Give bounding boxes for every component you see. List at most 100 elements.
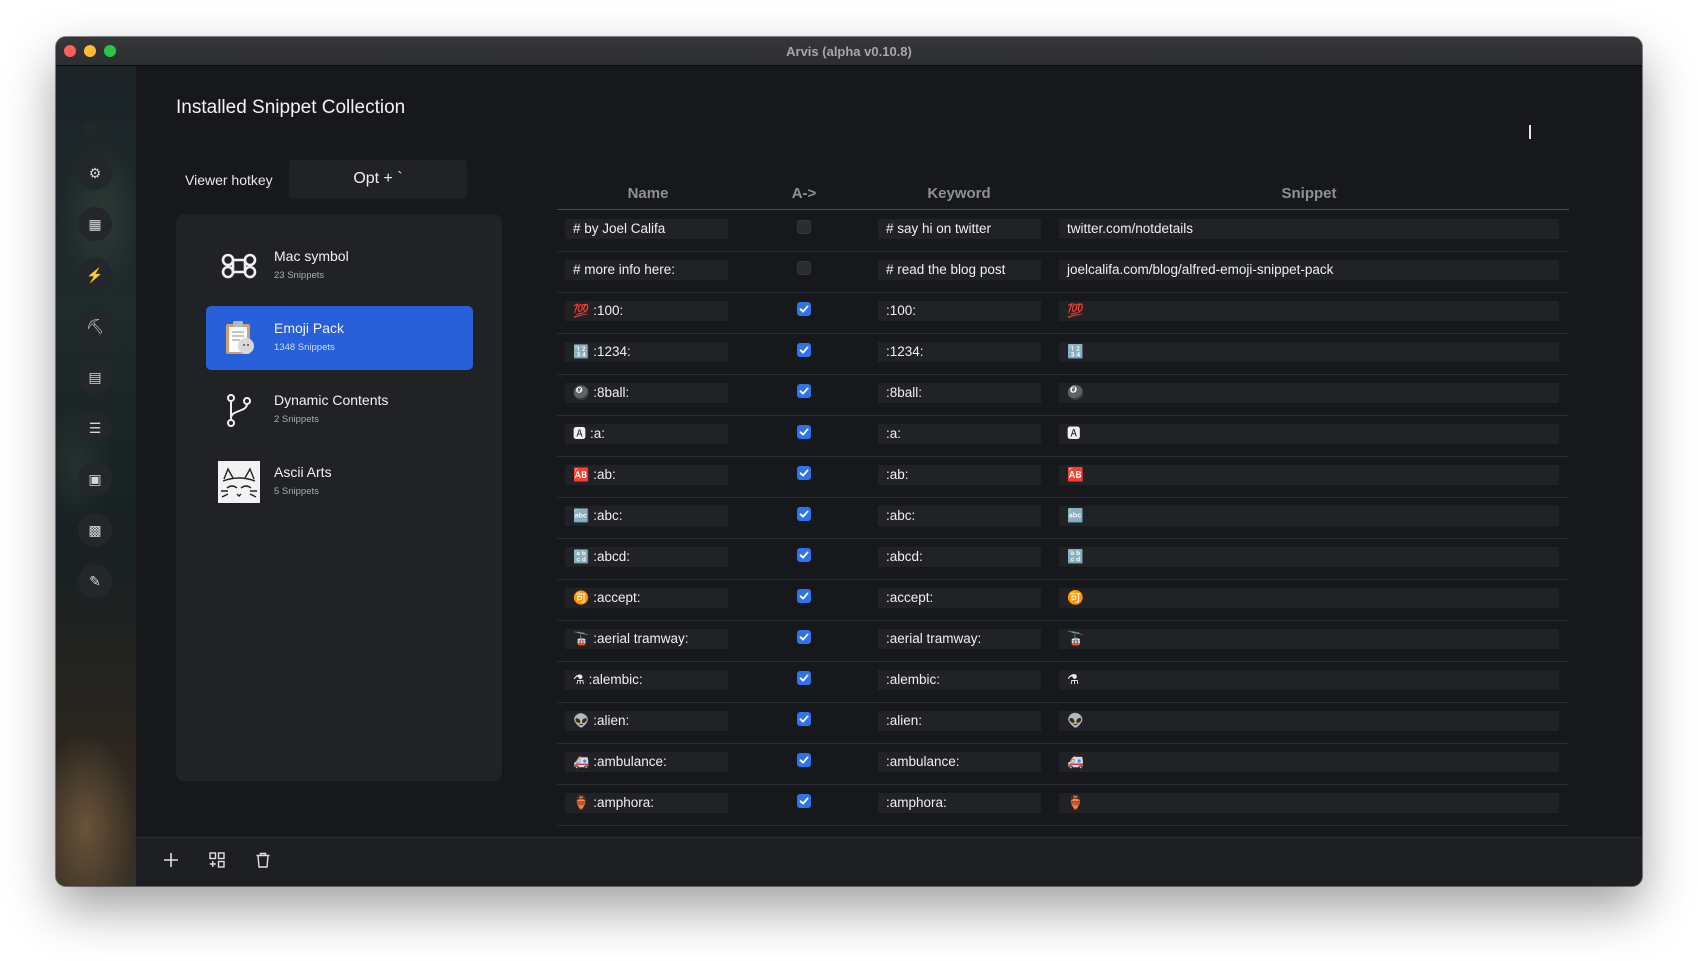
table-row[interactable]: 🔤:abc: :abc: 🔤 <box>557 497 1569 539</box>
snippet-cell[interactable]: twitter.com/notdetails <box>1059 219 1559 239</box>
table-row[interactable]: # by Joel Califa # say hi on twitter twitt… <box>557 210 1569 252</box>
keyword-cell[interactable]: :abc: <box>878 506 1041 526</box>
table-row[interactable]: 🚡:aerial tramway: :aerial tramway: 🚡 <box>557 620 1569 662</box>
table-row[interactable]: ⚗:alembic: :alembic: ⚗ <box>557 661 1569 703</box>
snippet-cell[interactable]: 🅰 <box>1059 424 1559 444</box>
name-cell[interactable]: 🔤:abc: <box>565 506 728 526</box>
auto-expand-checkbox[interactable] <box>797 630 811 644</box>
name-cell[interactable]: # more info here: <box>565 260 728 280</box>
auto-expand-checkbox[interactable] <box>797 466 811 480</box>
grid-add-button[interactable] <box>206 851 228 873</box>
auto-expand-checkbox[interactable] <box>797 507 811 521</box>
bolt-button[interactable]: ⚡ <box>78 258 112 292</box>
keyword-cell[interactable]: :ab: <box>878 465 1041 485</box>
name-cell[interactable]: 🚡:aerial tramway: <box>565 629 728 649</box>
auto-expand-checkbox[interactable] <box>797 753 811 767</box>
auto-expand-checkbox[interactable] <box>797 384 811 398</box>
name-cell[interactable]: 💯:100: <box>565 301 728 321</box>
table-row[interactable]: 🉑:accept: :accept: 🉑 <box>557 579 1569 621</box>
name-cell[interactable]: 🎱:8ball: <box>565 383 728 403</box>
keyword-cell[interactable]: :abcd: <box>878 547 1041 567</box>
auto-expand-checkbox[interactable] <box>797 712 811 726</box>
auto-expand-checkbox[interactable] <box>797 671 811 685</box>
grid-button[interactable]: ▦ <box>78 207 112 241</box>
name-cell[interactable]: 🅰:a: <box>565 424 728 444</box>
table-row[interactable]: 🎱:8ball: :8ball: 🎱 <box>557 374 1569 416</box>
snippet-cell[interactable]: 🎱 <box>1059 383 1559 403</box>
name-cell[interactable]: 🉑:accept: <box>565 588 728 608</box>
paint-roller-button[interactable]: ⛏ <box>78 309 112 343</box>
name-cell[interactable]: 🚑:ambulance: <box>565 752 728 772</box>
auto-expand-checkbox[interactable] <box>797 425 811 439</box>
auto-expand-checkbox[interactable] <box>797 794 811 808</box>
snippet-cell[interactable]: 🉑 <box>1059 588 1559 608</box>
snippet-cell[interactable]: 👽 <box>1059 711 1559 731</box>
wrench-button[interactable]: ✎ <box>78 564 112 598</box>
collection-item[interactable]: Ascii Arts 5 Snippets <box>206 450 473 514</box>
snippet-cell[interactable]: 💯 <box>1059 301 1559 321</box>
auto-expand-checkbox[interactable] <box>797 548 811 562</box>
name-cell[interactable]: 🏺:amphora: <box>565 793 728 813</box>
plus-button[interactable] <box>160 851 182 873</box>
auto-expand-checkbox[interactable] <box>797 343 811 357</box>
hotkey-input[interactable]: Opt + ` <box>289 160 467 198</box>
name-cell[interactable]: 🔡:abcd: <box>565 547 728 567</box>
snippet-cell[interactable]: ⚗ <box>1059 670 1559 690</box>
name-cell[interactable]: 🔢:1234: <box>565 342 728 362</box>
table-row[interactable]: 🅰:a: :a: 🅰 <box>557 415 1569 457</box>
keyword-cell[interactable]: # say hi on twitter <box>878 219 1041 239</box>
table-row[interactable]: 🏺:amphora: :amphora: 🏺 <box>557 784 1569 826</box>
keyword-cell[interactable]: :alien: <box>878 711 1041 731</box>
trash-button[interactable] <box>252 851 274 873</box>
name-cell[interactable]: # by Joel Califa <box>565 219 728 239</box>
table-row[interactable]: # more info here: # read the blog post joe… <box>557 251 1569 293</box>
auto-expand-checkbox[interactable] <box>797 220 811 234</box>
snippet-name: :1234: <box>593 344 631 359</box>
keyword-cell[interactable]: :1234: <box>878 342 1041 362</box>
keyword-cell[interactable]: :100: <box>878 301 1041 321</box>
snippet-cell[interactable]: 🔢 <box>1059 342 1559 362</box>
archive-button[interactable]: ▩ <box>78 513 112 547</box>
auto-expand-checkbox[interactable] <box>797 302 811 316</box>
table-row[interactable]: 💯:100: :100: 💯 <box>557 292 1569 334</box>
list-button[interactable]: ☰ <box>78 411 112 445</box>
snippet-keyword: :100: <box>886 303 917 318</box>
snippet-cell[interactable]: joelcalifa.com/blog/alfred-emoji-snippet… <box>1059 260 1559 280</box>
snippet-cell[interactable]: 🚑 <box>1059 752 1559 772</box>
emoji-icon: 💯 <box>573 303 590 318</box>
keyword-cell[interactable]: :alembic: <box>878 670 1041 690</box>
clipboard-button[interactable]: ▤ <box>78 360 112 394</box>
keyword-cell[interactable]: :amphora: <box>878 793 1041 813</box>
collection-item[interactable]: Dynamic Contents 2 Snippets <box>206 378 473 442</box>
snippet-cell[interactable]: 🚡 <box>1059 629 1559 649</box>
table-row[interactable]: 🚑:ambulance: :ambulance: 🚑 <box>557 743 1569 785</box>
name-cell[interactable]: 👽:alien: <box>565 711 728 731</box>
collection-item[interactable]: Emoji Pack 1348 Snippets <box>206 306 473 370</box>
header-keyword[interactable]: Keyword <box>927 185 990 202</box>
keyword-cell[interactable]: :accept: <box>878 588 1041 608</box>
auto-expand-checkbox[interactable] <box>797 589 811 603</box>
keyword-cell[interactable]: :8ball: <box>878 383 1041 403</box>
table-row[interactable]: 👽:alien::alien: 👽 <box>557 702 1569 744</box>
header-auto-expand[interactable]: A-> <box>792 185 817 202</box>
snippet-cell[interactable]: 🔤 <box>1059 506 1559 526</box>
table-row[interactable]: 🔢:1234::1234: 🔢 <box>557 333 1569 375</box>
collection-item[interactable]: Mac symbol 23 Snippets <box>206 234 473 298</box>
keyword-cell[interactable]: :a: <box>878 424 1041 444</box>
name-cell[interactable]: 🆎:ab: <box>565 465 728 485</box>
gear-button[interactable]: ⚙ <box>78 156 112 190</box>
keyword-cell[interactable]: # read the blog post <box>878 260 1041 280</box>
snippet-cell[interactable]: 🔡 <box>1059 547 1559 567</box>
header-snippet[interactable]: Snippet <box>1282 185 1337 202</box>
snippet-name: :alien: <box>593 713 630 728</box>
table-row[interactable]: 🔡:abcd: :abcd: 🔡 <box>557 538 1569 580</box>
name-cell[interactable]: ⚗:alembic: <box>565 670 728 690</box>
snippet-cell[interactable]: 🏺 <box>1059 793 1559 813</box>
snippet-cell[interactable]: 🆎 <box>1059 465 1559 485</box>
keyword-cell[interactable]: :aerial tramway: <box>878 629 1041 649</box>
header-name[interactable]: Name <box>628 185 669 202</box>
snippet-button[interactable]: ▣ <box>78 462 112 496</box>
keyword-cell[interactable]: :ambulance: <box>878 752 1041 772</box>
table-row[interactable]: 🆎:ab: :ab: 🆎 <box>557 456 1569 498</box>
auto-expand-checkbox[interactable] <box>797 261 811 275</box>
